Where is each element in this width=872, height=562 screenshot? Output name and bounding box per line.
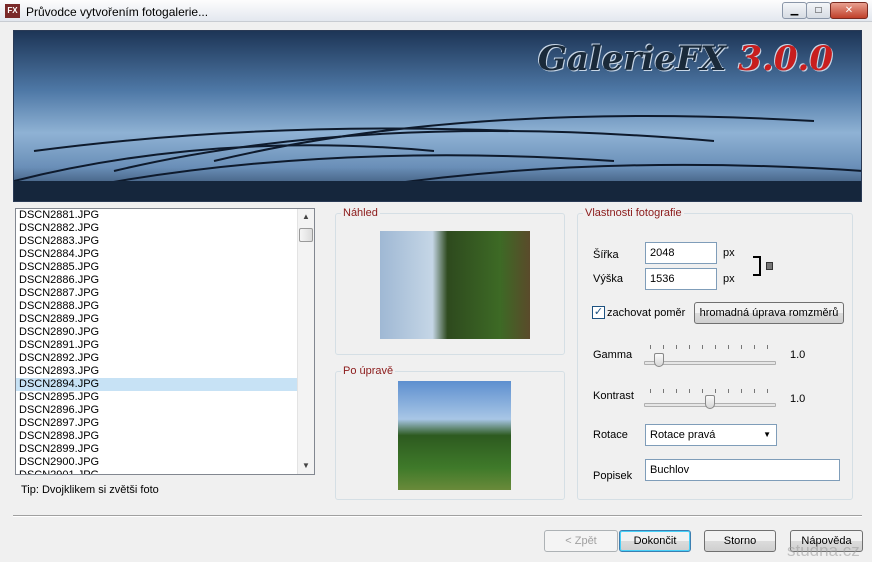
file-list-item[interactable]: DSCN2888.JPG bbox=[16, 300, 297, 313]
width-label: Šířka bbox=[593, 249, 619, 261]
contrast-label: Kontrast bbox=[593, 390, 634, 402]
after-photo[interactable] bbox=[398, 381, 511, 490]
file-list-scrollbar[interactable]: ▲ ▼ bbox=[297, 209, 314, 474]
gamma-value: 1.0 bbox=[790, 349, 806, 361]
file-list-item[interactable]: DSCN2887.JPG bbox=[16, 287, 297, 300]
contrast-slider-thumb[interactable] bbox=[705, 395, 715, 409]
rotation-label: Rotace bbox=[593, 429, 628, 441]
keep-ratio-checkbox[interactable]: ✓ bbox=[592, 306, 605, 319]
preview-label: Náhled bbox=[341, 207, 380, 219]
cancel-button[interactable]: Storno bbox=[704, 530, 776, 552]
gamma-slider[interactable] bbox=[644, 361, 776, 365]
tip-text: Tip: Dvojklikem si zvětši foto bbox=[21, 484, 159, 496]
banner-image: GalerieFX 3.0.0 bbox=[13, 30, 862, 202]
preview-photo[interactable] bbox=[380, 231, 530, 339]
file-list-item[interactable]: DSCN2895.JPG bbox=[16, 391, 297, 404]
file-list-item[interactable]: DSCN2893.JPG bbox=[16, 365, 297, 378]
batch-resize-button[interactable]: hromadná úprava romzměrů bbox=[694, 302, 844, 324]
window-title: Průvodce vytvořením fotogalerie... bbox=[26, 5, 209, 19]
file-list[interactable]: DSCN2881.JPG DSCN2882.JPG DSCN2883.JPG DSCN… bbox=[15, 208, 315, 475]
link-bracket bbox=[753, 256, 761, 276]
gamma-slider-thumb[interactable] bbox=[653, 353, 664, 367]
file-list-item[interactable]: DSCN2892.JPG bbox=[16, 352, 297, 365]
caption-label: Popisek bbox=[593, 470, 633, 482]
scroll-down-icon[interactable]: ▼ bbox=[298, 458, 314, 474]
app-icon: FX bbox=[5, 4, 20, 18]
after-label: Po úpravě bbox=[341, 365, 396, 377]
after-group: Po úpravě bbox=[335, 365, 565, 500]
width-input[interactable]: 2048 bbox=[645, 242, 717, 264]
gamma-ticks bbox=[650, 345, 770, 349]
preview-group: Náhled bbox=[335, 207, 565, 355]
file-list-item[interactable]: DSCN2896.JPG bbox=[16, 404, 297, 417]
file-list-item[interactable]: DSCN2899.JPG bbox=[16, 443, 297, 456]
file-list-item[interactable]: DSCN2886.JPG bbox=[16, 274, 297, 287]
height-input[interactable]: 1536 bbox=[645, 268, 717, 290]
minimize-button[interactable]: ▁ bbox=[782, 2, 807, 19]
contrast-value: 1.0 bbox=[790, 393, 806, 405]
rotation-value: Rotace pravá bbox=[650, 429, 716, 441]
lock-icon[interactable] bbox=[766, 262, 773, 270]
scroll-up-icon[interactable]: ▲ bbox=[298, 209, 314, 225]
file-list-item[interactable]: DSCN2898.JPG bbox=[16, 430, 297, 443]
file-list-item[interactable]: DSCN2901.JPG bbox=[16, 469, 297, 474]
file-list-item[interactable]: DSCN2891.JPG bbox=[16, 339, 297, 352]
rotation-select[interactable]: Rotace pravá ▼ bbox=[645, 424, 777, 446]
file-list-item[interactable]: DSCN2894.JPG bbox=[16, 378, 297, 391]
title-bar: FX Průvodce vytvořením fotogalerie... ▁ … bbox=[0, 0, 872, 22]
gamma-label: Gamma bbox=[593, 349, 633, 361]
maximize-button[interactable]: □ bbox=[806, 2, 831, 19]
height-label: Výška bbox=[593, 273, 623, 285]
logo: GalerieFX 3.0.0 bbox=[537, 39, 833, 79]
file-list-item[interactable]: DSCN2885.JPG bbox=[16, 261, 297, 274]
contrast-ticks bbox=[650, 389, 770, 393]
properties-label: Vlastnosti fotografie bbox=[583, 207, 684, 219]
separator bbox=[13, 515, 862, 517]
keep-ratio-label: zachovat poměr bbox=[607, 307, 686, 319]
file-list-item[interactable]: DSCN2897.JPG bbox=[16, 417, 297, 430]
file-list-item[interactable]: DSCN2881.JPG bbox=[16, 209, 297, 222]
file-list-item[interactable]: DSCN2884.JPG bbox=[16, 248, 297, 261]
caption-input[interactable]: Buchlov bbox=[645, 459, 840, 481]
file-list-item[interactable]: DSCN2883.JPG bbox=[16, 235, 297, 248]
finish-button[interactable]: Dokončit bbox=[619, 530, 691, 552]
file-list-item[interactable]: DSCN2900.JPG bbox=[16, 456, 297, 469]
file-list-item[interactable]: DSCN2890.JPG bbox=[16, 326, 297, 339]
width-unit: px bbox=[723, 247, 735, 259]
chevron-down-icon: ▼ bbox=[763, 430, 771, 439]
file-list-item[interactable]: DSCN2889.JPG bbox=[16, 313, 297, 326]
height-unit: px bbox=[723, 273, 735, 285]
watermark: studna.cz bbox=[787, 541, 860, 560]
file-list-item[interactable]: DSCN2882.JPG bbox=[16, 222, 297, 235]
scroll-thumb[interactable] bbox=[299, 228, 313, 242]
back-button[interactable]: < Zpět bbox=[544, 530, 618, 552]
close-button[interactable]: ✕ bbox=[830, 2, 868, 19]
